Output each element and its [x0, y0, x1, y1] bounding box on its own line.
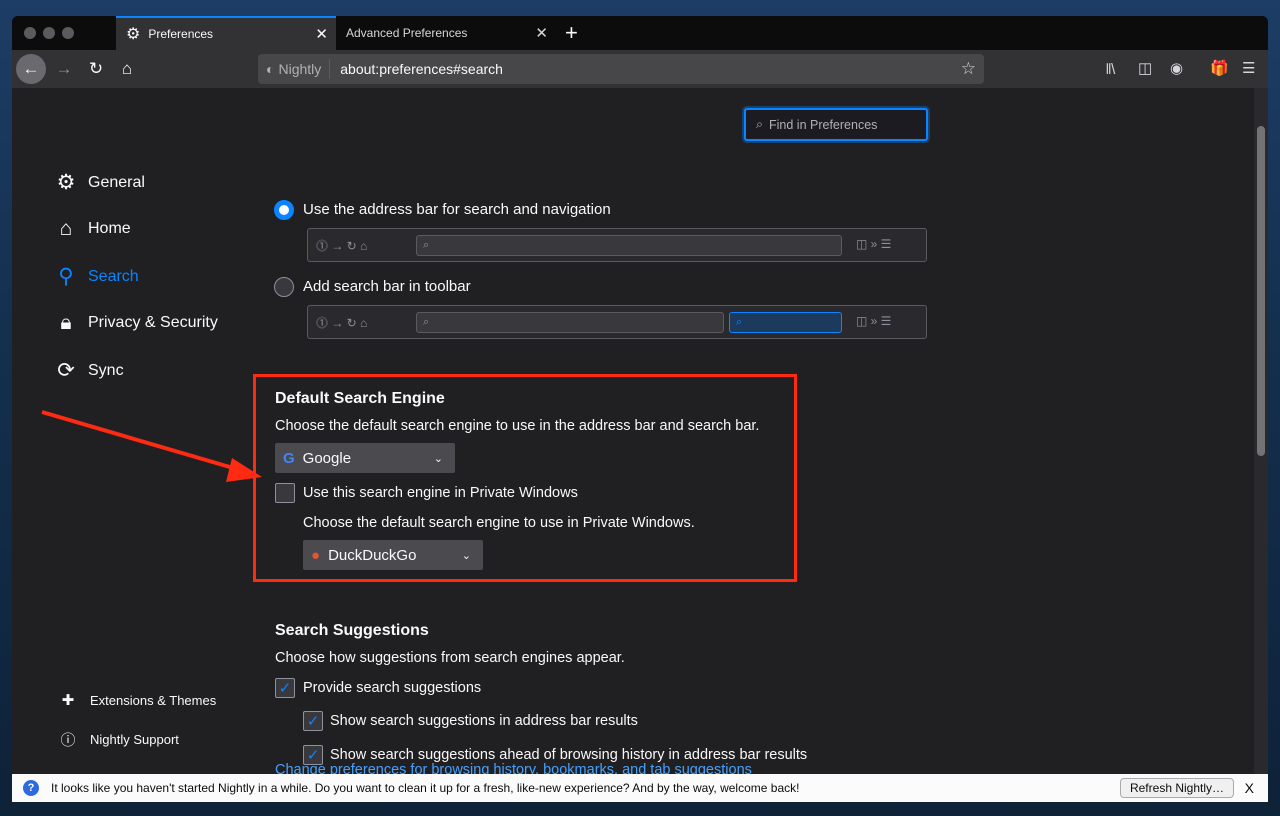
library-icon[interactable]: 𝍪\ [1106, 59, 1115, 84]
annotation-highlight-box [253, 374, 797, 582]
window-controls[interactable] [24, 27, 74, 39]
notification-bar: ? It looks like you haven't started Nigh… [12, 774, 1268, 802]
question-icon: ? [23, 780, 39, 796]
search-bar-preview: ⓵ → ↻ ⌂ ⌕ ⌕ ◫ » ☰ [307, 305, 927, 339]
sidebar-item-search[interactable]: ⚲ Search [54, 264, 138, 289]
search-icon: ⌕ [756, 117, 764, 131]
scrollbar[interactable] [1254, 88, 1268, 802]
menu-icon[interactable]: ☰ [1242, 59, 1255, 77]
scrollbar-thumb[interactable] [1257, 126, 1265, 456]
sidebar-item-general[interactable]: ⚙ General [54, 170, 145, 195]
close-tab-icon[interactable]: ✕ [315, 25, 328, 43]
whats-new-gift-icon[interactable]: 🎁 [1210, 59, 1229, 77]
nav-toolbar: ← → ↻ ⌂ ◐ Nightly about:preferences#searc… [12, 50, 1268, 88]
reload-button[interactable]: ↻ [81, 54, 111, 84]
tab-advanced-preferences[interactable]: Advanced Preferences ✕ [336, 16, 556, 50]
sidebar-extensions-themes[interactable]: ✚ Extensions & Themes [56, 691, 217, 709]
close-tab-icon[interactable]: ✕ [535, 24, 548, 42]
home-button[interactable]: ⌂ [112, 54, 142, 84]
tab-preferences[interactable]: ⚙ Preferences ✕ [116, 16, 336, 50]
preferences-content: ⌕ Find in Preferences ⚙ General ⌂ Home ⚲ Sea… [12, 88, 1268, 802]
radio-search-bar[interactable] [274, 277, 294, 297]
provide-suggestions-checkbox[interactable]: ✓ [275, 678, 295, 698]
sidebar-nightly-support[interactable]: ⓘ Nightly Support [56, 729, 178, 750]
lock-icon: 🔒︎ [60, 311, 72, 334]
search-icon: ⚲ [58, 265, 74, 288]
find-in-preferences-input[interactable]: ⌕ Find in Preferences [744, 108, 928, 141]
gear-icon: ⚙ [56, 171, 76, 194]
sidebar-item-home[interactable]: ⌂ Home [54, 217, 131, 241]
address-bar-suggestions-checkbox[interactable]: ✓ [303, 711, 323, 731]
back-button[interactable]: ← [16, 54, 46, 84]
help-icon: ⓘ [60, 732, 76, 749]
bookmark-star-icon[interactable]: ☆ [961, 59, 976, 79]
sidebar-icon[interactable]: ◫ [1138, 59, 1152, 77]
forward-button[interactable]: → [49, 54, 79, 84]
browser-window: ⚙ Preferences ✕ Advanced Preferences ✕ +… [12, 16, 1268, 802]
identity-box[interactable]: ◐ Nightly [258, 59, 331, 79]
tab-strip: ⚙ Preferences ✕ Advanced Preferences ✕ + [12, 16, 1268, 50]
refresh-nightly-button[interactable]: Refresh Nightly… [1119, 778, 1234, 798]
account-icon[interactable]: ◉ [1170, 59, 1183, 77]
sidebar-item-privacy[interactable]: 🔒︎ Privacy & Security [54, 311, 217, 335]
puzzle-icon: ✚ [61, 692, 75, 709]
url-bar[interactable]: ◐ Nightly about:preferences#search ☆ [258, 54, 984, 84]
new-tab-button[interactable]: + [565, 20, 578, 46]
radio-address-bar[interactable] [274, 200, 294, 220]
home-icon: ⌂ [59, 217, 73, 240]
sync-icon: ⟳ [57, 359, 75, 382]
address-bar-preview: ⓵ → ↻ ⌂ ⌕ ◫ » ☰ [307, 228, 927, 262]
nightly-logo-icon: ◐ [266, 61, 275, 77]
sidebar-item-sync[interactable]: ⟳ Sync [54, 358, 123, 383]
close-notification-button[interactable]: X [1245, 780, 1254, 796]
gear-icon: ⚙ [126, 26, 141, 43]
